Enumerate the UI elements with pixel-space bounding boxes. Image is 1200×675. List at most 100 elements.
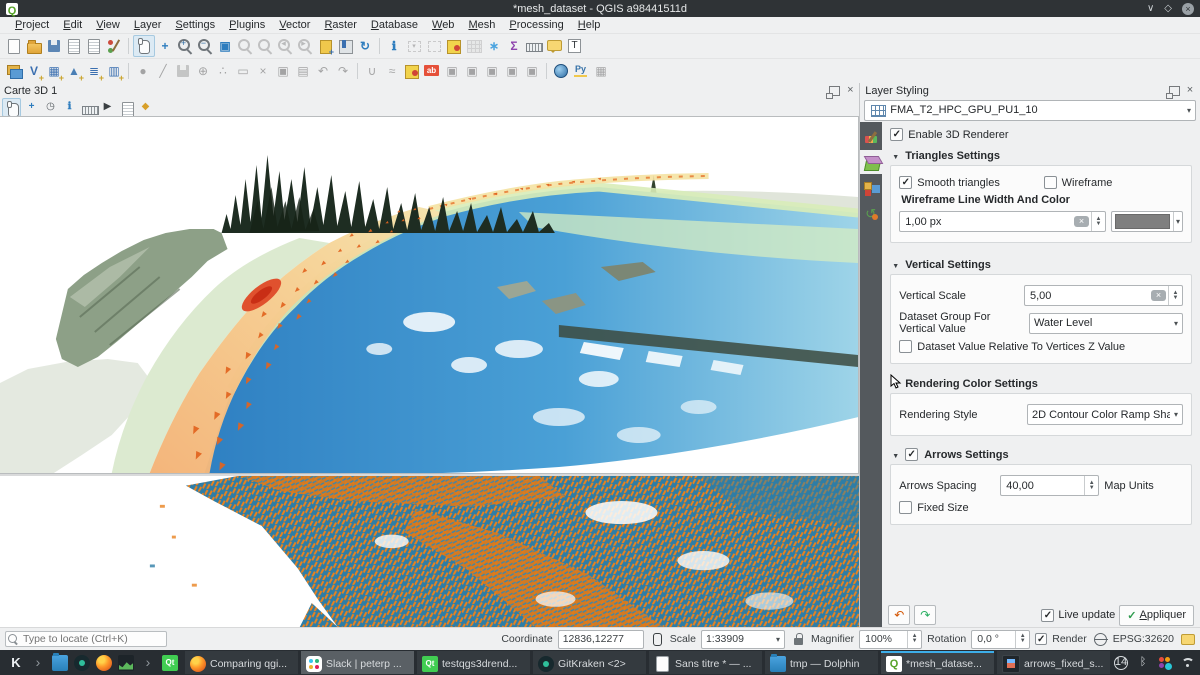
updates-tray-icon[interactable]: 14: [1113, 655, 1129, 671]
data-source-manager-icon[interactable]: [4, 61, 24, 81]
symbology-tab-icon[interactable]: [860, 125, 882, 149]
new-print-layout-icon[interactable]: [64, 36, 84, 56]
files-launcher-icon[interactable]: [52, 655, 68, 671]
undock-panel-icon[interactable]: [829, 86, 840, 96]
map-tips-icon[interactable]: [544, 36, 564, 56]
launcher-expander-icon[interactable]: [30, 655, 46, 671]
menu-web[interactable]: Web: [425, 19, 461, 31]
render-checkbox[interactable]: [1035, 633, 1047, 645]
menu-plugins[interactable]: Plugins: [222, 19, 272, 31]
menu-project[interactable]: Project: [8, 19, 56, 31]
task-slack[interactable]: Slack | peterp ...: [301, 651, 414, 674]
camera-pan-tool[interactable]: [2, 98, 21, 117]
relative-z-checkbox[interactable]: [899, 340, 912, 353]
zoom-out-icon[interactable]: −: [195, 36, 215, 56]
3d-view-tab-icon[interactable]: [860, 150, 882, 174]
show-bookmarks-icon[interactable]: [335, 36, 355, 56]
clear-field-icon[interactable]: [1074, 216, 1089, 227]
arrows-settings-checkbox[interactable]: [905, 448, 918, 461]
rendering-style-combo[interactable]: 2D Contour Color Ramp Shader: [1027, 404, 1183, 425]
temporal-controller-icon[interactable]: ∗: [484, 36, 504, 56]
identify-3d-icon[interactable]: ℹ: [61, 99, 78, 116]
snapping-icon[interactable]: ∪: [362, 61, 382, 81]
locate-input[interactable]: [5, 631, 167, 647]
toggle-editing-icon[interactable]: ╱: [153, 61, 173, 81]
open-attribute-table-icon[interactable]: [464, 36, 484, 56]
menu-settings[interactable]: Settings: [168, 19, 222, 31]
wireframe-width-spinner[interactable]: [1091, 212, 1105, 231]
scale-combo[interactable]: 1:33909: [701, 630, 785, 649]
menu-layer[interactable]: Layer: [127, 19, 169, 31]
add-feature-icon[interactable]: ⊕: [193, 61, 213, 81]
gitkraken-launcher-icon[interactable]: [74, 655, 90, 671]
magnifier-spinner[interactable]: [907, 631, 921, 648]
close-icon[interactable]: ×: [1182, 3, 1194, 15]
export-scene-icon[interactable]: [118, 99, 135, 116]
menu-view[interactable]: View: [89, 19, 127, 31]
zoom-in-icon[interactable]: +: [175, 36, 195, 56]
close-panel-icon[interactable]: [845, 86, 855, 96]
current-edits-icon[interactable]: ●: [133, 61, 153, 81]
task-qtcreator[interactable]: testqgs3drend...: [417, 651, 530, 674]
add-mesh-layer-icon[interactable]: ▲: [64, 61, 84, 81]
text-annotation-icon[interactable]: ▾: [564, 36, 584, 56]
open-project-icon[interactable]: [24, 36, 44, 56]
enable-3d-checkbox[interactable]: [890, 128, 903, 141]
crs-value[interactable]: EPSG:32620: [1113, 633, 1174, 645]
add-vector-layer-icon[interactable]: V: [24, 61, 44, 81]
zoom-full-icon[interactable]: ▣: [215, 36, 235, 56]
arrows-spacing-input[interactable]: 40,00: [1000, 475, 1099, 496]
add-raster-layer-icon[interactable]: ▦: [44, 61, 64, 81]
measure-3d-icon[interactable]: [80, 99, 97, 116]
style-undo-button[interactable]: ↶: [888, 605, 910, 625]
rotate-label-icon[interactable]: ▣: [502, 61, 522, 81]
layer-select-combo[interactable]: FMA_T2_HPC_GPU_PU1_10: [864, 100, 1196, 121]
label-highlight-icon[interactable]: [422, 61, 442, 81]
kdeconnect-tray-icon[interactable]: [1157, 655, 1173, 671]
coordinate-tracking-icon[interactable]: [649, 631, 665, 647]
vertical-scale-spinner[interactable]: [1168, 286, 1182, 305]
show-pinned-labels-icon[interactable]: ▣: [462, 61, 482, 81]
manage-plugins-icon[interactable]: ▦: [591, 61, 611, 81]
apply-button[interactable]: ✓ Appliquer: [1119, 605, 1194, 626]
refresh-icon[interactable]: ↻: [355, 36, 375, 56]
add-delimited-text-icon[interactable]: ≣: [84, 61, 104, 81]
save-project-icon[interactable]: [44, 36, 64, 56]
qtcreator-launcher-icon[interactable]: [162, 655, 178, 671]
identify-features-icon[interactable]: ℹ: [384, 36, 404, 56]
play-animation-icon[interactable]: ▶: [99, 99, 116, 116]
zoom-last-icon[interactable]: ◂: [275, 36, 295, 56]
task-firefox[interactable]: Comparing qgi...: [185, 651, 298, 674]
arrows-spacing-spinner[interactable]: [1084, 476, 1098, 495]
vertical-collapse-icon[interactable]: [892, 259, 899, 271]
animation-clock-icon[interactable]: ◷: [42, 99, 59, 116]
minimize-icon[interactable]: ∨: [1147, 3, 1154, 14]
add-virtual-layer-icon[interactable]: ▥: [104, 61, 124, 81]
pan-map-tool[interactable]: [133, 35, 155, 57]
maximize-icon[interactable]: ◇: [1164, 3, 1172, 14]
menu-database[interactable]: Database: [364, 19, 425, 31]
vertex-tool-icon[interactable]: ∴: [213, 61, 233, 81]
menu-edit[interactable]: Edit: [56, 19, 89, 31]
save-edits-icon[interactable]: [173, 61, 193, 81]
coordinate-input[interactable]: 12836,12277: [558, 630, 644, 649]
menu-help[interactable]: Help: [571, 19, 608, 31]
wireframe-color-button[interactable]: [1111, 211, 1183, 232]
delete-selected-icon[interactable]: ▭: [233, 61, 253, 81]
close-styling-icon[interactable]: [1185, 86, 1195, 96]
statistical-summary-icon[interactable]: Σ: [504, 36, 524, 56]
metasearch-icon[interactable]: [551, 61, 571, 81]
redo-icon[interactable]: ↷: [333, 61, 353, 81]
messages-icon[interactable]: [1179, 631, 1195, 647]
triangles-collapse-icon[interactable]: [892, 150, 899, 162]
style-redo-button[interactable]: ↷: [914, 605, 936, 625]
task-gitkraken[interactable]: GitKraken <2>: [533, 651, 646, 674]
tracing-icon[interactable]: ≈: [382, 61, 402, 81]
live-update-checkbox[interactable]: [1041, 609, 1054, 622]
show-layout-manager-icon[interactable]: [84, 36, 104, 56]
zoom-to-selection-icon[interactable]: [235, 36, 255, 56]
firefox-launcher-icon[interactable]: [96, 655, 112, 671]
network-tray-icon[interactable]: [1179, 655, 1195, 671]
task-qgis[interactable]: *mesh_datase...: [881, 651, 994, 674]
crs-globe-icon[interactable]: [1092, 631, 1108, 647]
